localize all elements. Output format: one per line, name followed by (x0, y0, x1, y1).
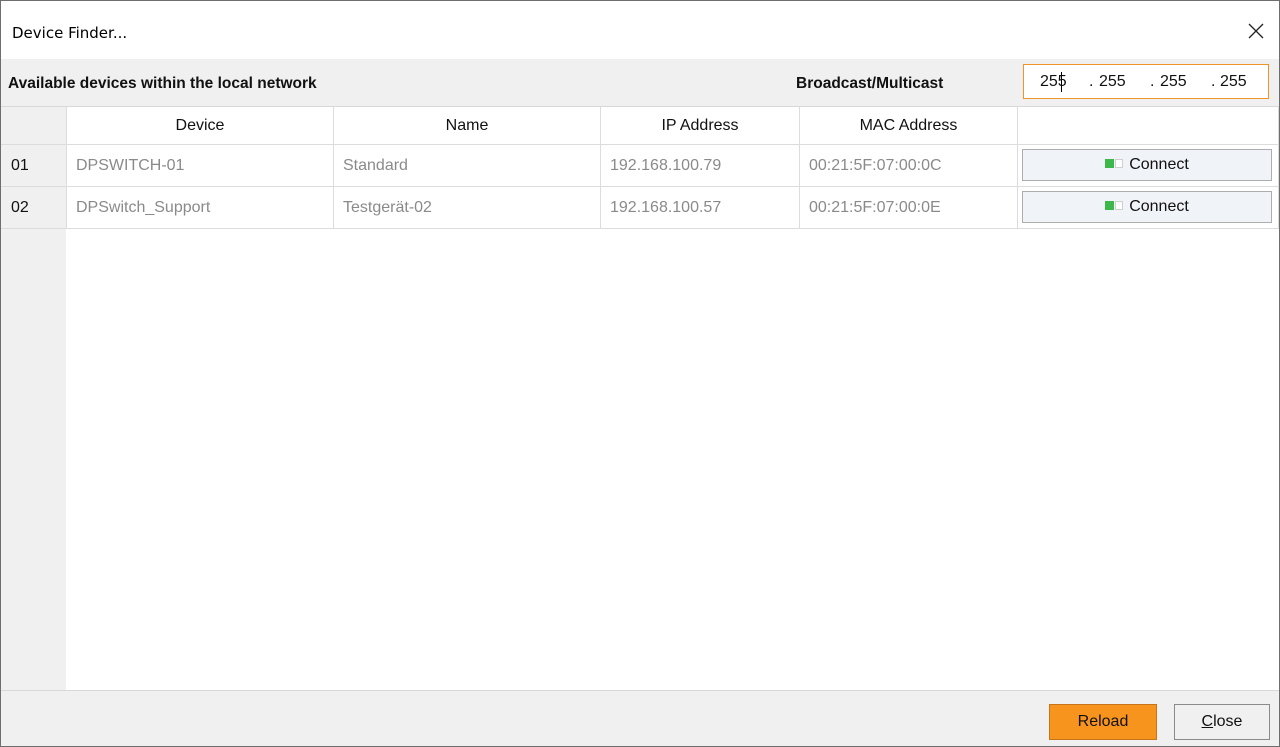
ip-separator: . (1089, 73, 1094, 90)
ip-separator: . (1150, 73, 1155, 90)
table-cell-action: Connect (1018, 187, 1279, 229)
close-button-mnemonic: C (1201, 713, 1214, 730)
broadcast-ip-input[interactable]: 255 . 255 . 255 . 255 (1023, 64, 1269, 99)
close-icon[interactable] (1233, 13, 1279, 55)
connect-button-label: Connect (1129, 156, 1189, 173)
ip-separator: . (1211, 73, 1216, 90)
column-header-device[interactable]: Device (67, 107, 334, 145)
section-heading: Available devices within the local netwo… (8, 75, 317, 92)
table-cell-device[interactable]: DPSwitch_Support (67, 187, 334, 229)
table-cell-mac[interactable]: 00:21:5F:07:00:0C (800, 145, 1018, 187)
close-button-label: lose (1213, 713, 1243, 730)
window-title: Device Finder... (12, 24, 128, 42)
table-cell-ip[interactable]: 192.168.100.57 (601, 187, 800, 229)
ip-octet-2[interactable]: 255 (1099, 73, 1126, 91)
connect-button-label: Connect (1129, 198, 1189, 215)
row-number: 02 (1, 187, 67, 229)
table-cell-name[interactable]: Testgerät-02 (334, 187, 601, 229)
column-header-action (1018, 107, 1279, 145)
connection-indicator-icon (1105, 148, 1124, 178)
column-header-name[interactable]: Name (334, 107, 601, 145)
column-header-mac-address[interactable]: MAC Address (800, 107, 1018, 145)
connect-button[interactable]: Connect (1022, 191, 1272, 223)
reload-button[interactable]: Reload (1049, 704, 1157, 740)
table-cell-action: Connect (1018, 145, 1279, 187)
connection-indicator-icon (1105, 190, 1124, 220)
title-bar: Device Finder... (1, 1, 1279, 59)
table-cell-mac[interactable]: 00:21:5F:07:00:0E (800, 187, 1018, 229)
network-toolbar: Available devices within the local netwo… (1, 59, 1279, 107)
broadcast-label: Broadcast/Multicast (796, 75, 944, 92)
table-cell-device[interactable]: DPSWITCH-01 (67, 145, 334, 187)
ip-octet-1[interactable]: 255 (1040, 73, 1067, 91)
device-table: Device Name IP Address MAC Address 01 DP… (1, 107, 1279, 690)
device-finder-dialog: Device Finder... Available devices withi… (0, 0, 1280, 747)
row-number-header (1, 107, 67, 145)
table-cell-ip[interactable]: 192.168.100.79 (601, 145, 800, 187)
close-button[interactable]: Close (1174, 704, 1270, 740)
connect-button[interactable]: Connect (1022, 149, 1272, 181)
dialog-footer: Reload Close (1, 690, 1279, 746)
table-cell-name[interactable]: Standard (334, 145, 601, 187)
ip-octet-3[interactable]: 255 (1160, 73, 1187, 91)
ip-octet-4[interactable]: 255 (1220, 73, 1247, 91)
row-number: 01 (1, 145, 67, 187)
text-caret (1061, 72, 1062, 92)
column-header-ip-address[interactable]: IP Address (601, 107, 800, 145)
